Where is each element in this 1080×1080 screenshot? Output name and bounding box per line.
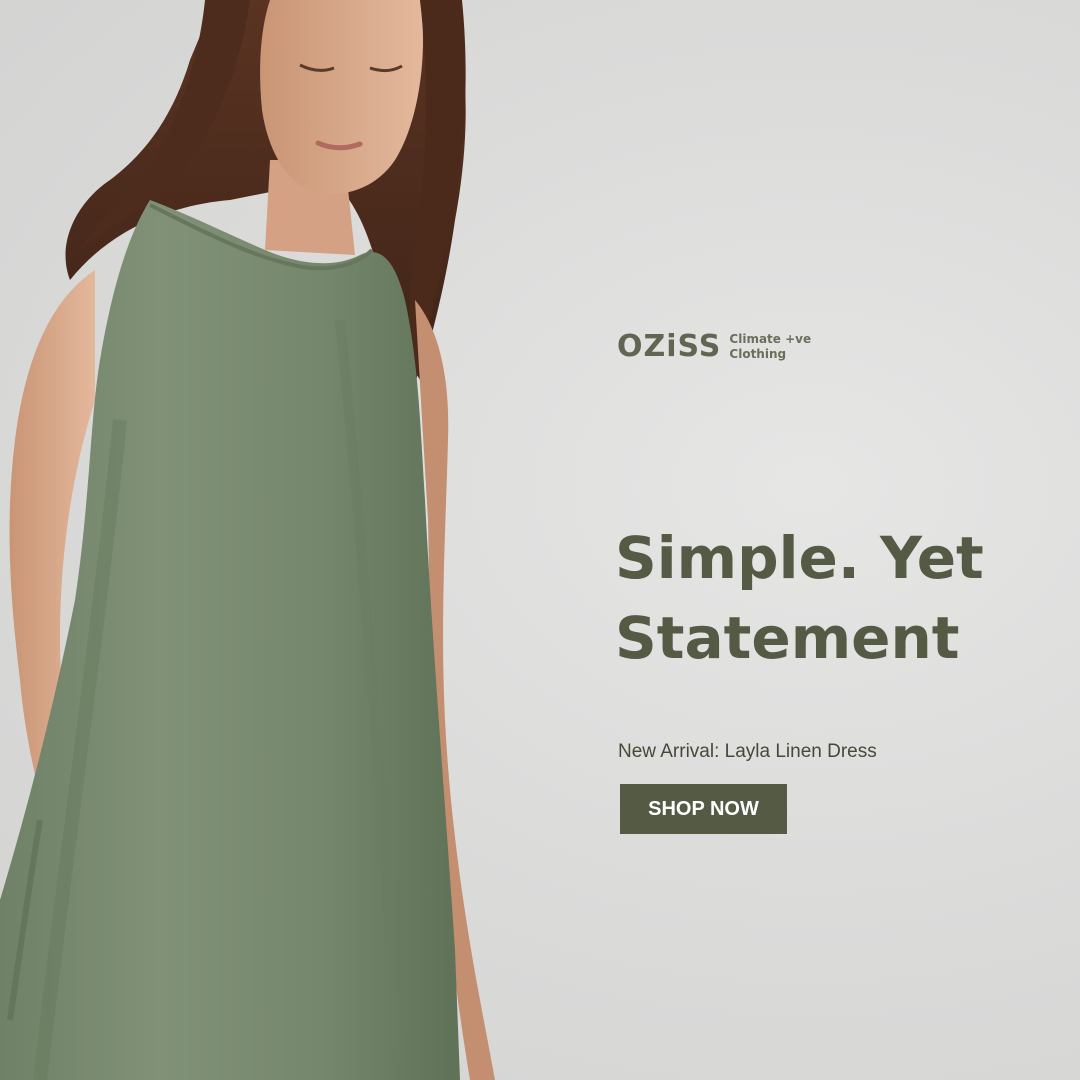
headline-line2: Statement [615, 604, 960, 672]
model-photo [0, 0, 495, 1080]
ad-banner: OZiSS Climate +ve Clothing Simple. Yet S… [0, 0, 1080, 1080]
shop-now-button[interactable]: SHOP NOW [620, 784, 787, 834]
brand-name: OZiSS [617, 329, 722, 364]
new-arrival-text: New Arrival: Layla Linen Dress [618, 741, 877, 762]
brand-tagline-line1: Climate +ve [729, 332, 812, 346]
brand-logo: OZiSS Climate +ve Clothing [617, 332, 811, 362]
brand-tagline: Climate +ve Clothing [729, 332, 811, 362]
brand-tagline-line2: Clothing [729, 347, 787, 361]
headline-line1: Simple. Yet [615, 524, 984, 592]
headline: Simple. Yet Statement [615, 518, 1065, 678]
